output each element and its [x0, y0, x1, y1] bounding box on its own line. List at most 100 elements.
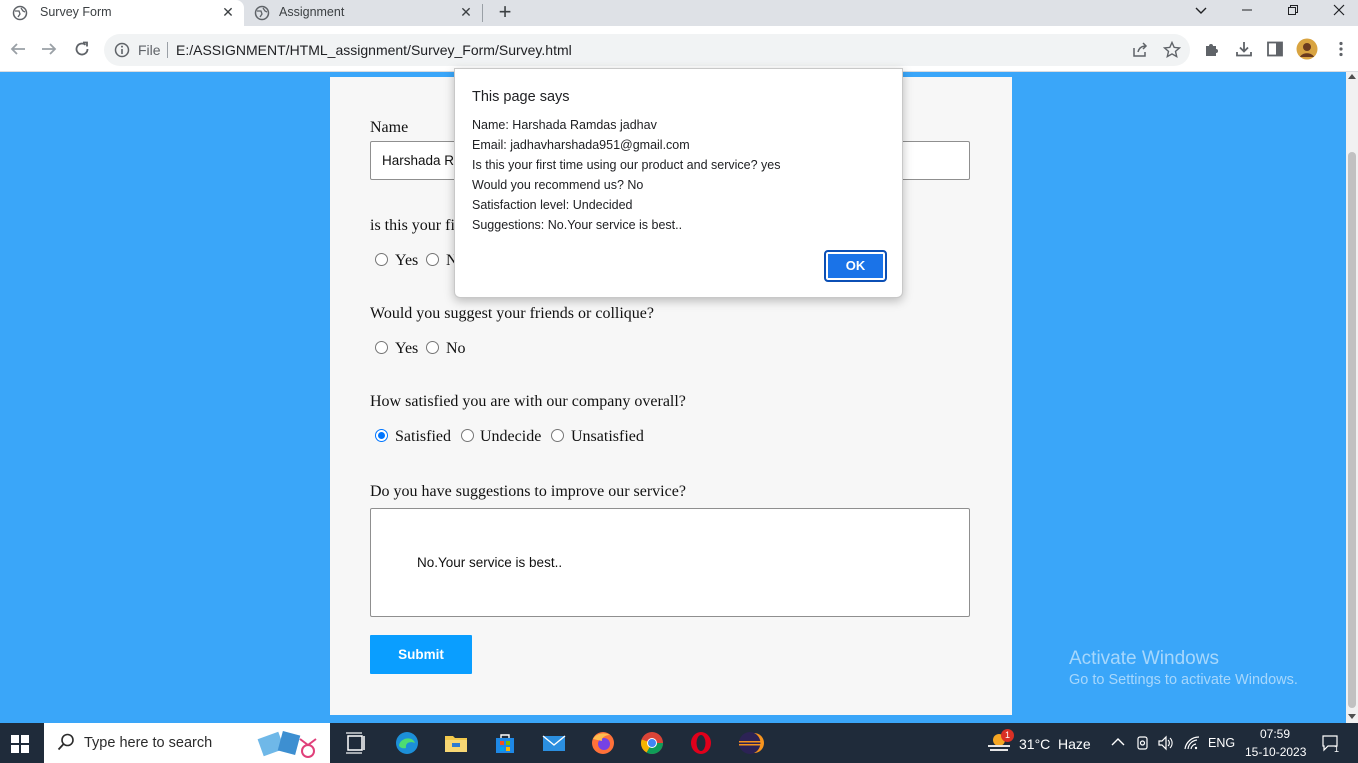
taskbar-search-box[interactable]: Type here to search — [44, 723, 330, 763]
dialog-title: This page says — [472, 89, 570, 105]
extensions-icon[interactable] — [1203, 40, 1221, 58]
arrow-left-icon — [10, 43, 25, 55]
unsatisfied-radio[interactable] — [551, 429, 564, 442]
scroll-down-icon[interactable] — [1348, 714, 1356, 719]
tab-title: Assignment — [279, 5, 345, 19]
download-icon[interactable] — [1235, 40, 1253, 58]
globe-icon — [12, 5, 28, 21]
dialog-line: Suggestions: No.Your service is best.. — [472, 218, 683, 232]
page-scrollbar[interactable] — [1346, 72, 1358, 723]
meet-now-icon[interactable] — [1135, 735, 1151, 751]
info-icon[interactable] — [114, 42, 130, 58]
first-time-question: is this your fi — [370, 217, 455, 234]
windows-taskbar: Type here to search 1 31°C Haze ENG 07:5… — [0, 723, 1358, 763]
close-icon[interactable]: ✕ — [458, 4, 474, 20]
input-language[interactable]: ENG — [1208, 736, 1235, 763]
chrome-icon[interactable] — [638, 729, 666, 757]
chevron-down-icon — [1195, 7, 1207, 14]
activation-watermark-hint: Go to Settings to activate Windows. — [1069, 672, 1298, 688]
recommend-question: Would you suggest your friends or colliq… — [370, 305, 654, 322]
clock-date[interactable]: 15-10-2023 — [1245, 745, 1306, 763]
share-icon[interactable] — [1131, 41, 1149, 59]
profile-avatar[interactable] — [1296, 38, 1318, 60]
name-label: Name — [370, 119, 409, 136]
first-time-no-radio[interactable] — [426, 253, 439, 266]
search-highlight-illustration-icon — [257, 731, 317, 758]
firefox-icon[interactable] — [589, 729, 617, 757]
minimize-icon — [1242, 9, 1252, 11]
dialog-line: Is this your first time using our produc… — [472, 158, 781, 172]
restore-icon — [1288, 5, 1298, 15]
suggestions-value: No.Your service is best.. — [417, 555, 563, 570]
mail-icon[interactable] — [540, 729, 568, 757]
tab-assignment[interactable]: Assignment ✕ — [244, 0, 482, 26]
search-icon — [57, 733, 74, 751]
browser-toolbar: File E:/ASSIGNMENT/HTML_assignment/Surve… — [0, 26, 1358, 72]
notification-count: 1 — [1334, 744, 1340, 754]
tab-strip: Survey Form ✕ Assignment ✕ + — [0, 0, 1358, 26]
first-time-yes-radio[interactable] — [375, 253, 388, 266]
reload-button[interactable] — [71, 38, 93, 60]
radio-label: Unsatisfied — [571, 428, 644, 445]
opera-icon[interactable] — [687, 729, 715, 757]
windows-start-icon[interactable] — [11, 735, 29, 753]
restore-button[interactable] — [1270, 0, 1316, 24]
url-text[interactable]: E:/ASSIGNMENT/HTML_assignment/Survey_For… — [176, 42, 572, 58]
radio-label: Yes — [395, 340, 419, 357]
file-explorer-icon[interactable] — [442, 729, 470, 757]
minimize-button[interactable] — [1224, 0, 1270, 24]
edge-icon[interactable] — [393, 729, 421, 757]
volume-icon[interactable] — [1157, 735, 1175, 751]
chevron-up-icon[interactable] — [1111, 737, 1125, 747]
arrow-right-icon — [42, 43, 57, 55]
eclipse-icon[interactable] — [736, 729, 764, 757]
weather-temperature[interactable]: 31°C — [1019, 736, 1050, 763]
wifi-icon[interactable] — [1183, 735, 1201, 751]
dialog-line: Satisfaction level: Undecided — [472, 198, 633, 212]
weather-description[interactable]: Haze — [1058, 736, 1091, 763]
close-window-button[interactable] — [1316, 0, 1358, 24]
activation-watermark-title: Activate Windows — [1069, 648, 1219, 669]
scrollbar-thumb[interactable] — [1348, 152, 1356, 708]
recommend-yes-radio[interactable] — [375, 341, 388, 354]
radio-label: Undecide — [480, 428, 542, 445]
omnibox-divider — [167, 42, 168, 58]
satisfaction-question: How satisfied you are with our company o… — [370, 393, 686, 410]
radio-label: Satisfied — [395, 428, 451, 445]
bookmark-star-icon[interactable] — [1163, 41, 1181, 59]
radio-label: No — [446, 340, 466, 357]
dialog-line: Would you recommend us? No — [472, 178, 644, 192]
forward-button[interactable] — [38, 38, 60, 60]
tab-divider — [482, 4, 483, 22]
name-input-value: Harshada R — [382, 153, 455, 168]
weather-badge: 1 — [1001, 729, 1014, 742]
side-panel-icon[interactable] — [1266, 40, 1284, 58]
close-icon[interactable]: ✕ — [220, 4, 236, 20]
security-label: File — [138, 42, 161, 58]
radio-label: Yes — [395, 252, 419, 269]
close-icon — [1333, 4, 1345, 16]
dialog-line: Name: Harshada Ramdas jadhav — [472, 118, 657, 132]
ok-button[interactable]: OK — [824, 250, 887, 282]
submit-button[interactable]: Submit — [370, 635, 472, 674]
alert-dialog: This page says Name: Harshada Ramdas jad… — [454, 68, 903, 298]
suggestions-textarea[interactable]: No.Your service is best.. — [370, 508, 970, 617]
suggestions-question: Do you have suggestions to improve our s… — [370, 483, 686, 500]
satisfied-radio[interactable] — [375, 429, 388, 442]
task-view-icon[interactable] — [342, 729, 370, 757]
tab-title: Survey Form — [40, 5, 112, 19]
tab-search-button[interactable] — [1178, 0, 1224, 24]
tab-survey-form[interactable]: Survey Form ✕ — [0, 0, 244, 26]
menu-kebab-icon[interactable] — [1332, 40, 1350, 58]
address-bar[interactable]: File E:/ASSIGNMENT/HTML_assignment/Surve… — [104, 34, 1190, 66]
undecide-radio[interactable] — [461, 429, 474, 442]
microsoft-store-icon[interactable] — [491, 729, 519, 757]
search-placeholder: Type here to search — [84, 735, 213, 751]
globe-icon — [254, 5, 270, 21]
dialog-line: Email: jadhavharshada951@gmail.com — [472, 138, 690, 152]
recommend-no-radio[interactable] — [426, 341, 439, 354]
scroll-up-icon[interactable] — [1348, 74, 1356, 79]
reload-icon — [75, 41, 89, 56]
new-tab-button[interactable]: + — [494, 1, 516, 24]
back-button[interactable] — [7, 38, 29, 60]
